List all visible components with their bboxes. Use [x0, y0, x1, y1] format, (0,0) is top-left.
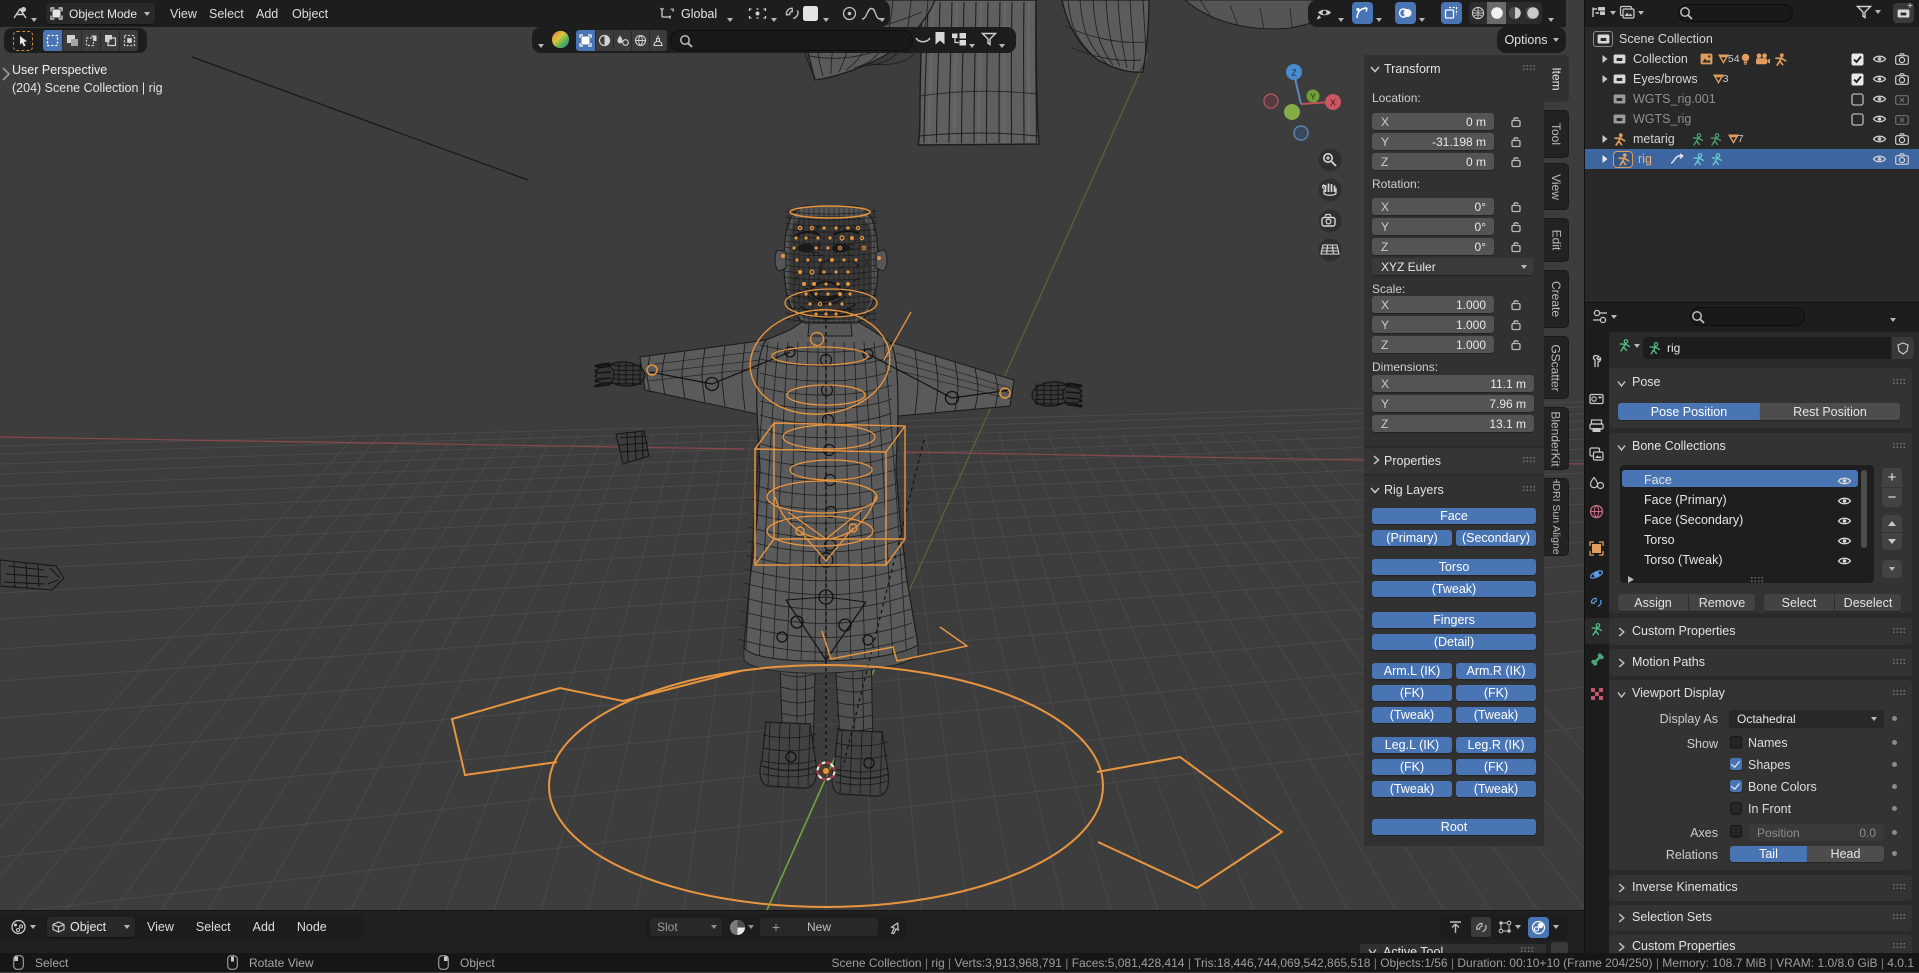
svg-text:(204) Scene Collection | rig: (204) Scene Collection | rig [12, 81, 163, 95]
svg-text:X: X [1330, 98, 1336, 108]
svg-text:User Perspective: User Perspective [12, 63, 107, 77]
svg-text:Y: Y [1310, 92, 1316, 102]
svg-text:Z: Z [1291, 68, 1296, 78]
